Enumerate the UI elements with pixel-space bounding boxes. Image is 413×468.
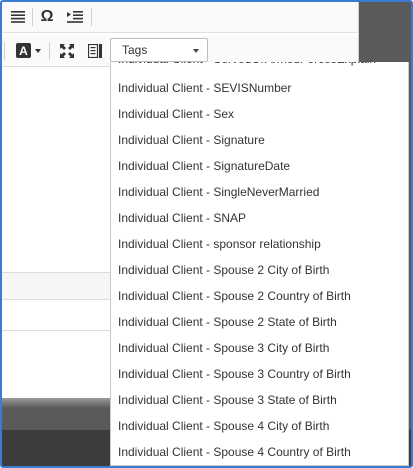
fullscreen-icon[interactable] xyxy=(56,40,78,62)
omega-icon[interactable]: Ω xyxy=(35,6,59,28)
list-item[interactable]: Individual Client - SNAP xyxy=(111,205,408,231)
list-item[interactable]: Individual Client - Spouse 2 State of Bi… xyxy=(111,309,408,335)
tags-label: Tags xyxy=(122,43,148,57)
list-item[interactable]: Individual Client - SingleNeverMarried xyxy=(111,179,408,205)
divider xyxy=(2,330,112,331)
svg-text:A: A xyxy=(19,44,28,58)
toolbar-row-1: Ω xyxy=(2,2,358,33)
list-item[interactable]: Individual Client - Spouse 4 City of Bir… xyxy=(111,413,408,439)
divider xyxy=(2,299,112,300)
list-item[interactable]: Individual Client - Spouse 2 Country of … xyxy=(111,283,408,309)
toolbar-separator xyxy=(32,8,33,26)
list-item[interactable]: Individual Client - Signature xyxy=(111,127,408,153)
list-item[interactable]: Individual Client - Spouse 2 City of Bir… xyxy=(111,257,408,283)
toolbar-separator xyxy=(49,42,50,60)
list-item[interactable]: Individual Client - ServedOrArmedForcesE… xyxy=(111,62,408,72)
toolbar-separator xyxy=(4,42,5,60)
tags-dropdown-button[interactable]: Tags xyxy=(110,38,208,62)
tags-dropdown-list: Individual Client - ServedOrArmedForcesE… xyxy=(110,62,409,466)
toolbar-separator xyxy=(91,8,92,26)
chevron-down-icon xyxy=(193,49,199,53)
list-item[interactable]: Individual Client - Sex xyxy=(111,101,408,127)
list-item[interactable]: Individual Client - Spouse 3 Country of … xyxy=(111,361,408,387)
show-blocks-icon[interactable] xyxy=(84,40,106,62)
font-color-icon[interactable]: A xyxy=(15,40,43,62)
list-item[interactable]: Individual Client - sponsor relationship xyxy=(111,231,408,257)
list-item[interactable]: Individual Client - Spouse 3 State of Bi… xyxy=(111,387,408,413)
list-item[interactable]: Individual Client - SEVISNumber xyxy=(111,75,408,101)
list-indent-icon[interactable] xyxy=(63,6,87,28)
editor-status-strip xyxy=(2,273,112,299)
align-justify-icon[interactable] xyxy=(8,6,28,28)
list-item[interactable]: Individual Client - SignatureDate xyxy=(111,153,408,179)
list-item[interactable]: Individual Client - Spouse 4 Country of … xyxy=(111,439,408,465)
list-item[interactable]: Individual Client - Spouse 3 City of Bir… xyxy=(111,335,408,361)
